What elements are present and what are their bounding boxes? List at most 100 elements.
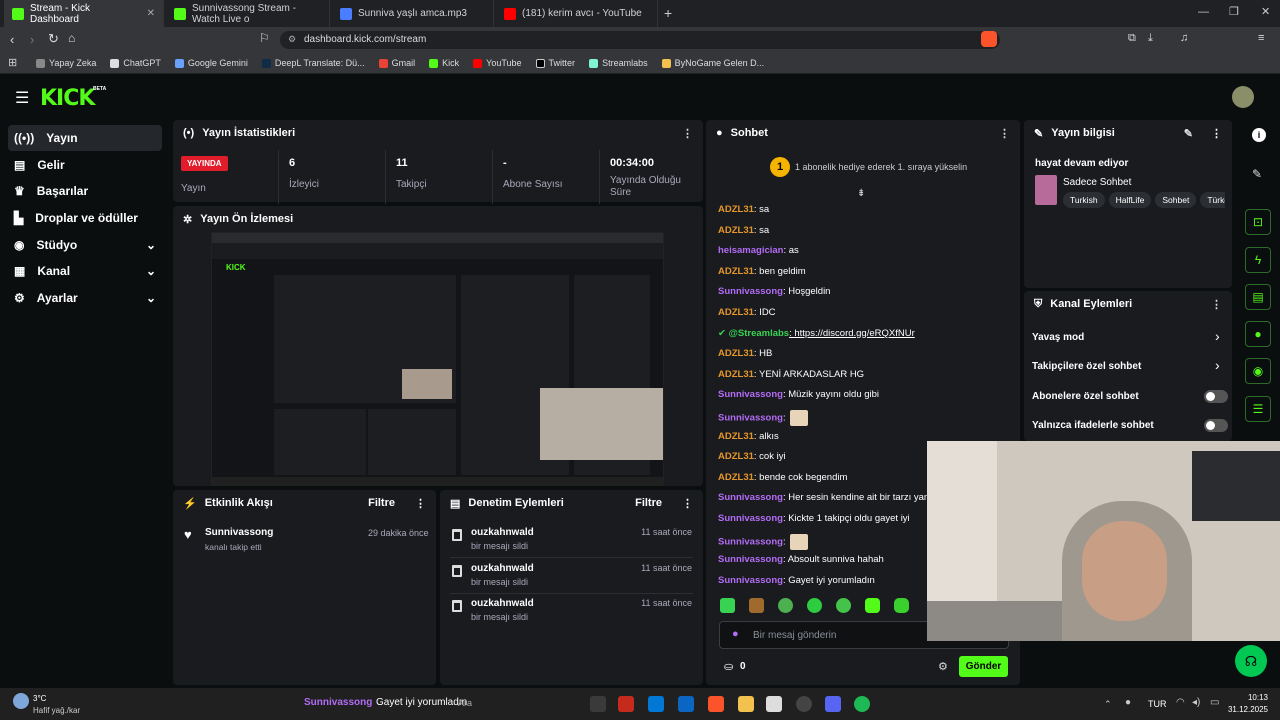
bookmark-item[interactable]: Gmail <box>378 58 415 68</box>
send-button[interactable]: Gönder <box>959 656 1008 677</box>
sidebar-item-ayarlar[interactable]: ⚙ Ayarlar ⌄ <box>8 285 162 311</box>
bookmark-item[interactable]: DeepL Translate: Dü... <box>261 58 365 68</box>
chat-username[interactable]: ADZL31 <box>718 451 754 462</box>
app-icon[interactable] <box>648 696 664 712</box>
site-info-icon[interactable]: ⚙ <box>288 34 296 45</box>
tab-watch-live[interactable]: Sunnivassong Stream - Watch Live o <box>166 0 330 27</box>
chat-username[interactable]: ADZL31 <box>718 266 754 277</box>
bookmark-item[interactable]: Yapay Zeka <box>36 58 96 68</box>
more-options-icon[interactable]: ⋮ <box>1211 298 1222 311</box>
reload-icon[interactable]: ↻ <box>48 31 59 47</box>
subs-only-toggle[interactable] <box>1204 390 1228 403</box>
moderation-filter-button[interactable]: Filtre <box>635 497 662 509</box>
category-name[interactable]: Sadece Sohbet <box>1063 177 1131 188</box>
tag[interactable]: Sohbet <box>1155 192 1197 208</box>
chat-username[interactable]: Sunnivassong <box>718 513 783 524</box>
tab-kick-dashboard[interactable]: Stream - Kick Dashboard ✕ <box>4 0 164 27</box>
mic-icon[interactable]: ● <box>732 628 739 640</box>
kick-logo[interactable]: KICK <box>40 86 95 111</box>
bookmark-item[interactable]: Twitter <box>535 58 575 68</box>
tag[interactable]: HalfLife <box>1108 192 1152 208</box>
edit-icon[interactable]: ✎ <box>1184 127 1193 140</box>
sidebar-item-kanal[interactable]: ▦ Kanal ⌄ <box>8 258 162 284</box>
brave-shield-icon[interactable] <box>981 31 997 47</box>
extensions-icon[interactable]: ⧉ <box>1128 32 1136 45</box>
chevron-right-icon[interactable]: › <box>1215 328 1220 344</box>
chat-username[interactable]: heisamagician <box>718 245 783 256</box>
followers-only-row[interactable]: Takipçilere özel sohbet <box>1032 361 1141 372</box>
bookmark-icon[interactable]: ⚐ <box>259 31 270 45</box>
emote-icon[interactable] <box>865 598 880 613</box>
sidebar-item-droplar[interactable]: ▙ Droplar ve ödüller <box>8 205 162 231</box>
home-icon[interactable]: ⌂ <box>68 31 75 45</box>
more-options-icon[interactable]: ⋮ <box>1211 127 1222 140</box>
chat-username[interactable]: ADZL31 <box>718 204 754 215</box>
emote-icon[interactable] <box>807 598 822 613</box>
discord-icon[interactable] <box>825 696 841 712</box>
search-box[interactable]: Ara <box>458 698 472 708</box>
chat-username[interactable]: ADZL31 <box>718 348 754 359</box>
forward-icon[interactable]: › <box>30 32 34 47</box>
tab-youtube[interactable]: (181) kerim avcı - YouTube <box>496 0 658 27</box>
pencil-icon[interactable]: ✎ <box>1252 167 1262 181</box>
url-input[interactable]: dashboard.kick.com/stream <box>280 31 1000 49</box>
maximize-icon[interactable]: ❐ <box>1229 5 1239 18</box>
info-icon[interactable]: i <box>1252 128 1266 142</box>
chat-username[interactable]: Sunnivassong <box>718 492 783 503</box>
tab-mp3[interactable]: Sunniva yaşlı amca.mp3 <box>332 0 494 27</box>
bookmark-item[interactable]: ChatGPT <box>110 58 161 68</box>
clipboard-icon[interactable]: ▤ <box>1245 284 1271 310</box>
screenshot-icon[interactable]: ⊡ <box>1245 209 1271 235</box>
sidebar-item-basarilar[interactable]: ♛ Başarılar <box>8 178 162 204</box>
more-options-icon[interactable]: ⋮ <box>415 497 426 510</box>
chat-username[interactable]: ADZL31 <box>718 431 754 442</box>
close-window-icon[interactable]: ✕ <box>1261 5 1270 18</box>
stream-preview-video[interactable]: KICK <box>211 232 664 486</box>
spotify-icon[interactable] <box>854 696 870 712</box>
download-icon[interactable]: ⤓ <box>1148 32 1153 45</box>
new-tab-icon[interactable]: + <box>664 5 672 21</box>
brave-icon[interactable] <box>708 696 724 712</box>
clock-time[interactable]: 10:13 <box>1242 693 1268 702</box>
chat-username[interactable]: ADZL31 <box>718 369 754 380</box>
apps-grid-icon[interactable]: ⊞ <box>8 56 17 69</box>
gift-banner[interactable]: 1 abonelik hediye ederek 1. sıraya yükse… <box>795 162 967 172</box>
store-icon[interactable] <box>766 696 782 712</box>
bolt-icon[interactable]: ϟ <box>1245 247 1271 273</box>
chevron-up-icon[interactable]: ⌃ <box>1104 699 1112 710</box>
back-icon[interactable]: ‹ <box>10 32 14 47</box>
obs-icon[interactable] <box>796 696 812 712</box>
media-icon[interactable]: ♫ <box>1180 32 1188 44</box>
minimize-icon[interactable]: — <box>1198 6 1209 18</box>
more-options-icon[interactable]: ⋮ <box>682 497 693 510</box>
emote-icon[interactable] <box>749 598 764 613</box>
chat-settings-icon[interactable]: ⚙ <box>938 660 948 673</box>
sidebar-item-gelir[interactable]: ▤ Gelir <box>8 152 162 178</box>
chat-username[interactable]: Sunnivassong <box>718 554 783 565</box>
chat-username[interactable]: ADZL31 <box>718 225 754 236</box>
broadcast-icon[interactable]: ◉ <box>1245 358 1271 384</box>
chat-username[interactable]: Sunnivassong <box>718 536 783 547</box>
chat-username[interactable]: Sunnivassong <box>718 413 783 424</box>
emote-only-toggle[interactable] <box>1204 419 1228 432</box>
support-headset-icon[interactable]: ☊ <box>1235 645 1267 677</box>
hamburger-menu-icon[interactable]: ☰ <box>15 88 29 108</box>
chat-username[interactable]: ADZL31 <box>718 307 754 318</box>
chat-username[interactable]: Sunnivassong <box>718 286 783 297</box>
emote-icon[interactable] <box>894 598 909 613</box>
bookmark-item[interactable]: Streamlabs <box>589 58 648 68</box>
app-icon[interactable] <box>678 696 694 712</box>
language-indicator[interactable]: TUR <box>1148 699 1167 709</box>
wifi-icon[interactable]: ◠ <box>1176 697 1185 708</box>
emote-icon[interactable] <box>720 598 735 613</box>
weather-temp[interactable]: 3°C <box>33 694 46 703</box>
activity-filter-button[interactable]: Filtre <box>368 497 395 509</box>
chat-username[interactable]: Sunnivassong <box>718 575 783 586</box>
avatar[interactable] <box>1232 86 1254 108</box>
menu-icon[interactable]: ≡ <box>1258 32 1264 44</box>
bookmark-item[interactable]: YouTube <box>473 58 522 68</box>
bookmark-item[interactable]: Google Gemini <box>174 58 248 68</box>
layout-icon[interactable]: ☰ <box>1245 396 1271 422</box>
volume-icon[interactable]: ◂) <box>1192 697 1200 708</box>
chat-username[interactable]: Sunnivassong <box>718 389 783 400</box>
